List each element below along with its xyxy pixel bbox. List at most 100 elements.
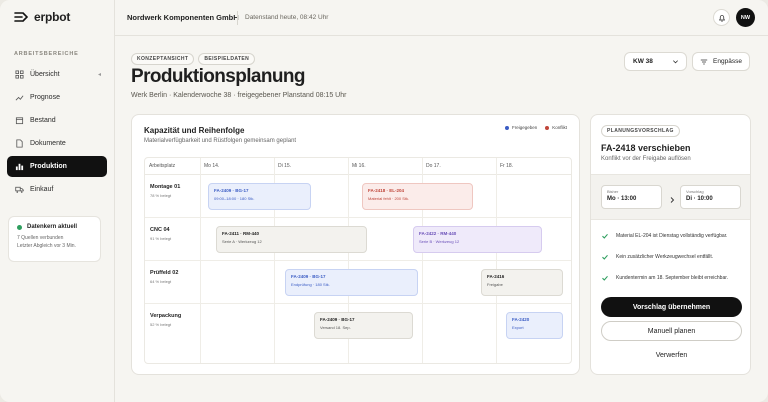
workplace-utilization: 91 % belegt	[150, 236, 172, 241]
order-title: FA-2409 · BG-17	[320, 317, 355, 322]
company-name: Nordwerk Komponenten GmbH	[127, 13, 239, 22]
week-select[interactable]: KW 38	[624, 52, 687, 71]
order-detail: Endprüfung · 180 Stk.	[291, 282, 330, 287]
proposal-title: FA-2418 verschieben	[601, 143, 691, 153]
sidebar-item-dokumente[interactable]: Dokumente	[7, 133, 107, 154]
workplace-utilization: 78 % belegt	[150, 193, 172, 198]
sidebar-item-label: Produktion	[30, 163, 67, 170]
order-detail: Serie A · Werkzeug 12	[222, 239, 262, 244]
order-bar[interactable]: FA-2411 · RM-440 Serie A · Werkzeug 12	[216, 226, 367, 253]
order-title: FA-2409 · BG-17	[214, 188, 249, 193]
workplace-name: Verpackung	[150, 313, 182, 319]
proposal-panel: PLANUNGSVORSCHLAG FA-2418 verschieben Ko…	[590, 114, 751, 375]
avatar[interactable]: NW	[736, 8, 755, 27]
order-bar[interactable]: FA-2409 · BG-17 09:00–18:00 · 180 Stk.	[208, 183, 311, 210]
sidebar-item-prognose[interactable]: Prognose	[7, 87, 107, 108]
order-title: FA-2409 · BG-17	[291, 274, 326, 279]
proposed-slot: Vorschlag Di · 10:00	[680, 185, 741, 209]
topbar: Nordwerk Komponenten GmbH Datenstand heu…	[115, 0, 768, 36]
check-text: Kein zusätzlicher Werkzeugwechsel entfäl…	[616, 254, 714, 260]
legend: Freigegeben Konflikt	[504, 125, 567, 130]
reschedule-comparison: Bisher Mo · 13:00 Vorschlag Di · 10:00	[591, 174, 750, 220]
sidebar-item-produktion[interactable]: Produktion	[7, 156, 107, 177]
check-item: Kein zusätzlicher Werkzeugwechsel entfäl…	[601, 253, 713, 261]
workplace-name: Prüffeld 02	[150, 270, 179, 276]
legend-conflict: Konflikt	[545, 125, 567, 130]
sidebar-item-label: Prognose	[30, 94, 60, 101]
capacity-panel: Kapazität und Reihenfolge Materialverfüg…	[131, 114, 580, 375]
order-detail: Serie B · Werkzeug 12	[419, 239, 460, 244]
sidebar-item-bestand[interactable]: Bestand	[7, 110, 107, 131]
order-title: FA-2422 · RM-440	[419, 231, 457, 236]
check-item: Material EL-204 ist Dienstag vollständig…	[601, 232, 727, 240]
current-slot-value: Mo · 13:00	[607, 196, 637, 202]
order-detail: Export	[512, 325, 524, 330]
chevron-down-icon	[672, 58, 679, 67]
bell-icon	[718, 14, 725, 22]
bottlenecks-button[interactable]: Engpässe	[692, 52, 750, 71]
bottlenecks-label: Engpässe	[713, 58, 742, 65]
document-icon	[14, 139, 24, 149]
sidebar-item-einkauf[interactable]: Einkauf	[7, 179, 107, 200]
proposal-subtitle: Konflikt vor der Freigabe auflösen	[601, 156, 691, 162]
sidebar: erpbot ARBEITSBEREICHE Übersicht ◂ Progn…	[0, 0, 115, 402]
sidebar-item-label: Dokumente	[30, 140, 66, 147]
column-header-mon: Mo 14.	[200, 158, 274, 175]
tag-concept: KONZEPTANSICHT	[131, 53, 195, 65]
grid-icon	[14, 70, 24, 80]
brand-logo[interactable]: erpbot	[14, 10, 70, 24]
column-header-wed: Mi 16.	[348, 158, 422, 175]
sidebar-item-label: Übersicht	[30, 71, 60, 78]
schedule-grid: Arbeitsplatz Mo 14. Di 15. Mi 16. Do 17.…	[144, 157, 572, 364]
page-tags: KONZEPTANSICHT BEISPIELDATEN	[131, 53, 256, 65]
sidebar-item-label: Einkauf	[30, 186, 54, 193]
order-bar[interactable]: FA-2416 Freigabe	[481, 269, 563, 296]
order-bar[interactable]: FA-2409 · BG-17 Endprüfung · 180 Stk.	[285, 269, 418, 296]
legend-approved: Freigegeben	[504, 125, 537, 130]
sidebar-nav: Übersicht ◂ Prognose Bestand Dokumente P…	[7, 64, 107, 202]
page-subtitle: Werk Berlin · Kalenderwoche 38 · freigeg…	[131, 92, 347, 99]
column-header-workplace: Arbeitsplatz	[145, 158, 200, 175]
order-detail: Versand 18. Sep.	[320, 325, 351, 330]
sidebar-item-label: Bestand	[30, 117, 56, 124]
brand-name: erpbot	[34, 10, 71, 24]
column-header-thu: Do 17.	[422, 158, 496, 175]
current-slot-label: Bisher	[607, 189, 619, 194]
capacity-subtitle: Materialverfügbarkeit und Rüstfolgen gem…	[144, 138, 297, 144]
discard-button[interactable]: Verwerfen	[601, 346, 742, 364]
order-title: FA-2420	[512, 317, 530, 322]
notifications-button[interactable]	[713, 9, 730, 26]
bar-chart-icon	[14, 162, 24, 172]
column-header-tue: Di 15.	[274, 158, 348, 175]
trend-icon	[14, 93, 24, 103]
data-status-card: Datenkern aktuell 7 Quellen verbunden Le…	[8, 216, 101, 262]
app-window: erpbot ARBEITSBEREICHE Übersicht ◂ Progn…	[0, 0, 768, 402]
workplace-utilization: 64 % belegt	[150, 279, 172, 284]
check-icon	[602, 254, 608, 260]
status-dot	[17, 224, 22, 230]
truck-icon	[14, 185, 24, 195]
order-bar-conflict[interactable]: FA-2418 · EL-204 Material fehlt · 200 St…	[362, 183, 473, 210]
check-icon	[602, 233, 608, 239]
order-detail: 09:00–18:00 · 180 Stk.	[214, 196, 255, 201]
order-title: FA-2418 · EL-204	[368, 188, 405, 193]
proposed-slot-value: Di · 10:00	[686, 196, 713, 202]
tag-sample-data: BEISPIELDATEN	[198, 53, 256, 65]
order-bar[interactable]: FA-2409 · BG-17 Versand 18. Sep.	[314, 312, 413, 339]
check-text: Kundentermin am 18. September bleibt err…	[616, 275, 729, 281]
proposal-tag: PLANUNGSVORSCHLAG	[601, 125, 680, 137]
plan-manually-button[interactable]: Manuell planen	[601, 321, 742, 341]
order-detail: Freigabe	[487, 282, 503, 287]
accept-proposal-button[interactable]: Vorschlag übernehmen	[601, 297, 742, 317]
legend-dot-red	[545, 125, 550, 130]
status-title: Datenkern aktuell	[27, 224, 78, 230]
order-bar[interactable]: FA-2422 · RM-440 Serie B · Werkzeug 12	[413, 226, 542, 253]
order-title: FA-2411 · RM-440	[222, 231, 260, 236]
workplace-utilization: 52 % belegt	[150, 322, 172, 327]
sidebar-section-label: ARBEITSBEREICHE	[14, 51, 79, 57]
proposed-slot-label: Vorschlag	[686, 189, 704, 194]
logo-icon	[14, 12, 28, 22]
sidebar-item-uebersicht[interactable]: Übersicht ◂	[7, 64, 107, 85]
capacity-title: Kapazität und Reihenfolge	[144, 126, 245, 135]
order-bar[interactable]: FA-2420 Export	[506, 312, 563, 339]
